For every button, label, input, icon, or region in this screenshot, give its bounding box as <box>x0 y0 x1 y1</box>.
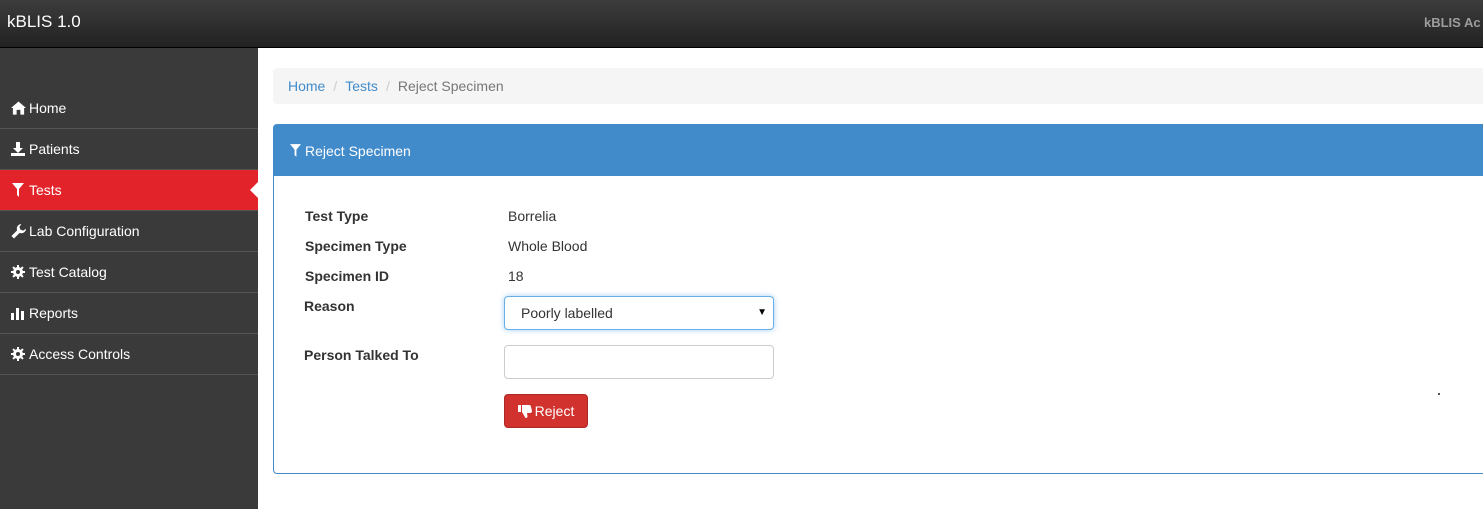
specimen-id-label: Specimen ID <box>305 268 390 284</box>
filter-icon <box>290 144 304 157</box>
test-type-label: Test Type <box>305 208 369 224</box>
breadcrumb-tests-link[interactable]: Tests <box>345 78 378 94</box>
reason-select[interactable]: Poorly labelled ▼ <box>504 296 774 330</box>
specimen-type-label: Specimen Type <box>305 238 407 254</box>
breadcrumb-home-link[interactable]: Home <box>288 78 325 94</box>
filter-icon <box>10 182 26 198</box>
reason-selected-value: Poorly labelled <box>521 305 613 321</box>
top-navbar: kBLIS 1.0 kBLIS Ac <box>0 0 1483 48</box>
home-icon <box>10 100 26 116</box>
panel-heading: Reject Specimen <box>274 125 1483 176</box>
person-talked-to-input[interactable] <box>504 345 774 379</box>
stray-dot <box>1438 393 1440 395</box>
sidebar: Home Patients Tests Lab Configuration Te… <box>0 48 258 509</box>
specimen-id-value: 18 <box>508 268 524 284</box>
person-talked-to-label: Person Talked To <box>304 347 419 363</box>
test-type-value: Borrelia <box>508 208 557 224</box>
sidebar-menu: Home Patients Tests Lab Configuration Te… <box>0 88 258 375</box>
sidebar-item-label: Reports <box>29 305 79 321</box>
wrench-icon <box>10 223 26 239</box>
chevron-down-icon: ▼ <box>757 307 767 318</box>
sidebar-item-label: Access Controls <box>29 346 131 362</box>
cog-icon <box>10 346 26 362</box>
breadcrumb: Home / Tests / Reject Specimen <box>273 68 1483 104</box>
sidebar-item-access-controls[interactable]: Access Controls <box>0 334 258 375</box>
reject-button[interactable]: Reject <box>504 394 588 428</box>
specimen-type-value: Whole Blood <box>508 238 588 254</box>
breadcrumb-current: Reject Specimen <box>397 78 504 94</box>
sidebar-item-label: Tests <box>29 182 62 198</box>
sidebar-item-label: Test Catalog <box>29 264 107 280</box>
reject-button-label: Reject <box>534 403 575 419</box>
sidebar-item-reports[interactable]: Reports <box>0 293 258 334</box>
breadcrumb-separator: / <box>333 78 338 94</box>
sidebar-item-test-catalog[interactable]: Test Catalog <box>0 252 258 293</box>
panel-title: Reject Specimen <box>305 142 411 159</box>
cog-icon <box>10 264 26 280</box>
download-icon <box>10 141 26 157</box>
sidebar-item-label: Home <box>29 100 67 116</box>
thumbs-down-icon <box>517 404 532 418</box>
user-menu-label[interactable]: kBLIS Ac <box>1424 15 1481 30</box>
reject-specimen-panel: Reject Specimen <box>273 124 1483 474</box>
sidebar-item-patients[interactable]: Patients <box>0 129 258 170</box>
sidebar-item-label: Lab Configuration <box>29 223 140 239</box>
sidebar-item-home[interactable]: Home <box>0 88 258 129</box>
bar-chart-icon <box>10 305 26 321</box>
sidebar-item-lab-configuration[interactable]: Lab Configuration <box>0 211 258 252</box>
sidebar-item-tests[interactable]: Tests <box>0 170 258 211</box>
sidebar-item-label: Patients <box>29 141 80 157</box>
app-brand[interactable]: kBLIS 1.0 <box>7 12 81 32</box>
reason-label: Reason <box>304 298 355 314</box>
breadcrumb-separator: / <box>385 78 390 94</box>
